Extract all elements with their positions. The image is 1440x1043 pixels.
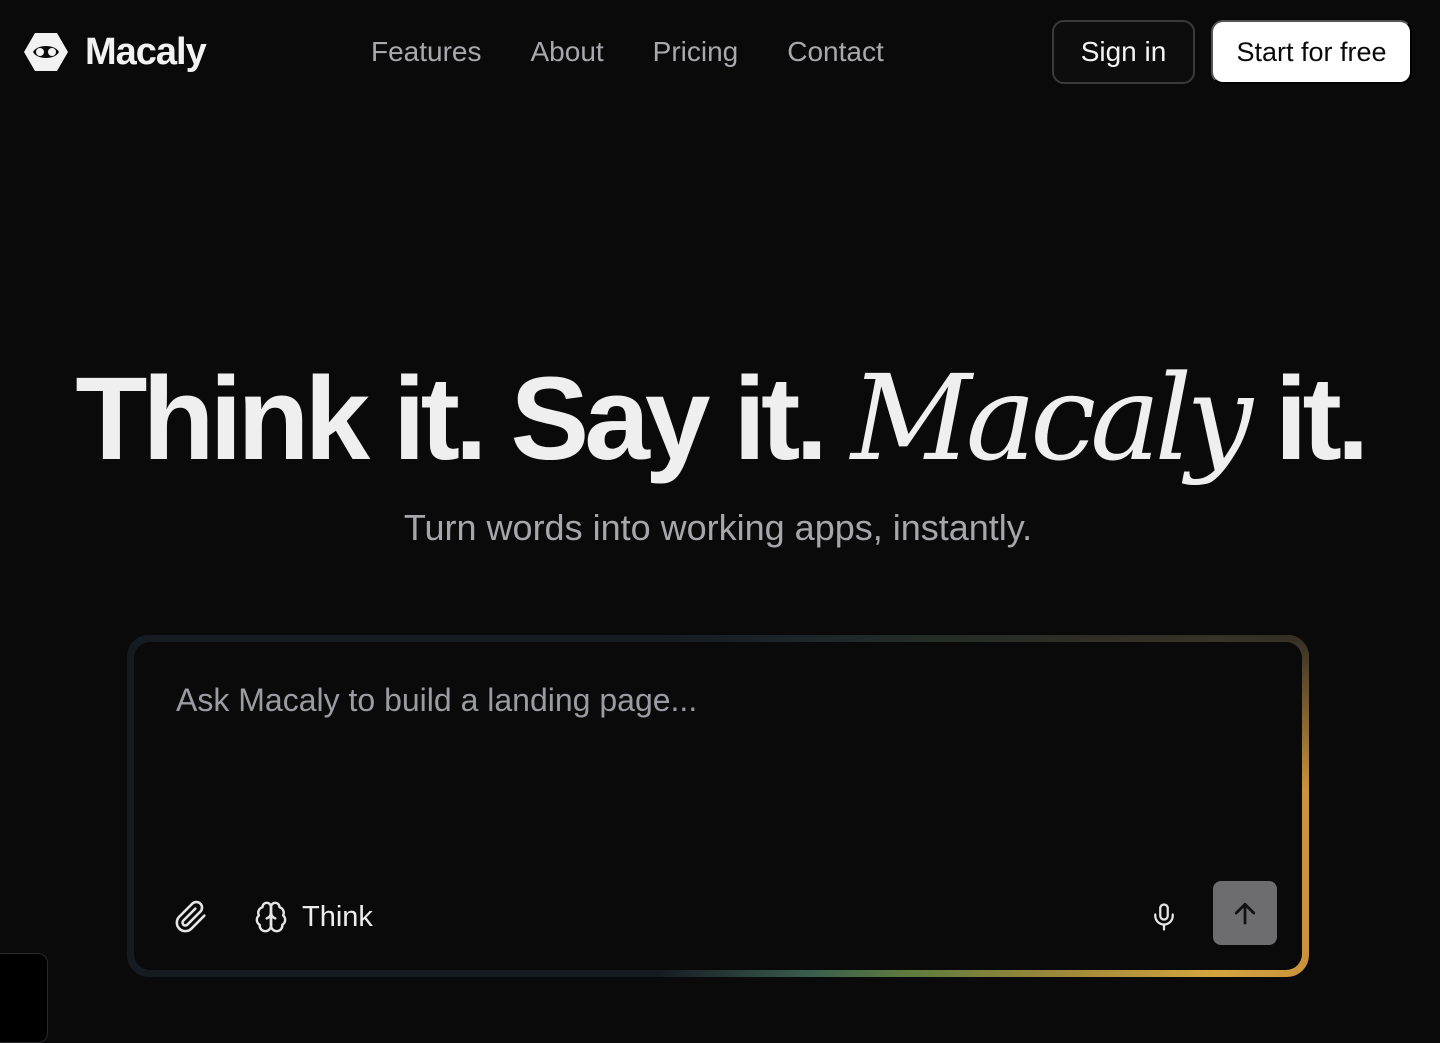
hero-title-part2: it.	[1246, 353, 1370, 485]
think-label: Think	[302, 900, 373, 933]
send-button[interactable]	[1213, 881, 1277, 945]
hero-title-accent: Macaly	[850, 349, 1253, 487]
hero-title: Think it. Say it. Macaly it.	[0, 348, 1440, 489]
think-toggle-button[interactable]: Think	[254, 895, 373, 939]
site-header: Macaly Features About Pricing Contact Si…	[0, 0, 1440, 104]
sign-in-button[interactable]: Sign in	[1052, 20, 1195, 84]
paperclip-icon	[175, 900, 206, 933]
voice-input-button[interactable]	[1144, 895, 1184, 939]
prompt-input[interactable]	[174, 680, 1254, 820]
microphone-icon	[1154, 903, 1174, 931]
prompt-frame: Think	[127, 635, 1309, 977]
hero-title-part1: Think it. Say it.	[75, 353, 851, 485]
nav-link-about[interactable]: About	[531, 33, 604, 71]
start-for-free-button[interactable]: Start for free	[1211, 20, 1412, 84]
main-nav: Features About Pricing Contact	[371, 33, 884, 71]
nav-link-features[interactable]: Features	[371, 33, 482, 71]
corner-widget[interactable]	[0, 953, 48, 1043]
nav-link-pricing[interactable]: Pricing	[653, 33, 739, 71]
brand-name: Macaly	[85, 31, 207, 73]
brain-icon	[255, 901, 287, 933]
nav-link-contact[interactable]: Contact	[787, 33, 884, 71]
attach-button[interactable]	[174, 897, 210, 937]
arrow-up-icon	[1234, 902, 1256, 925]
brand[interactable]: Macaly	[23, 31, 207, 73]
hero-subtitle: Turn words into working apps, instantly.	[403, 507, 1033, 548]
macaly-logo-icon	[24, 33, 68, 71]
prompt-box: Think	[134, 642, 1302, 970]
